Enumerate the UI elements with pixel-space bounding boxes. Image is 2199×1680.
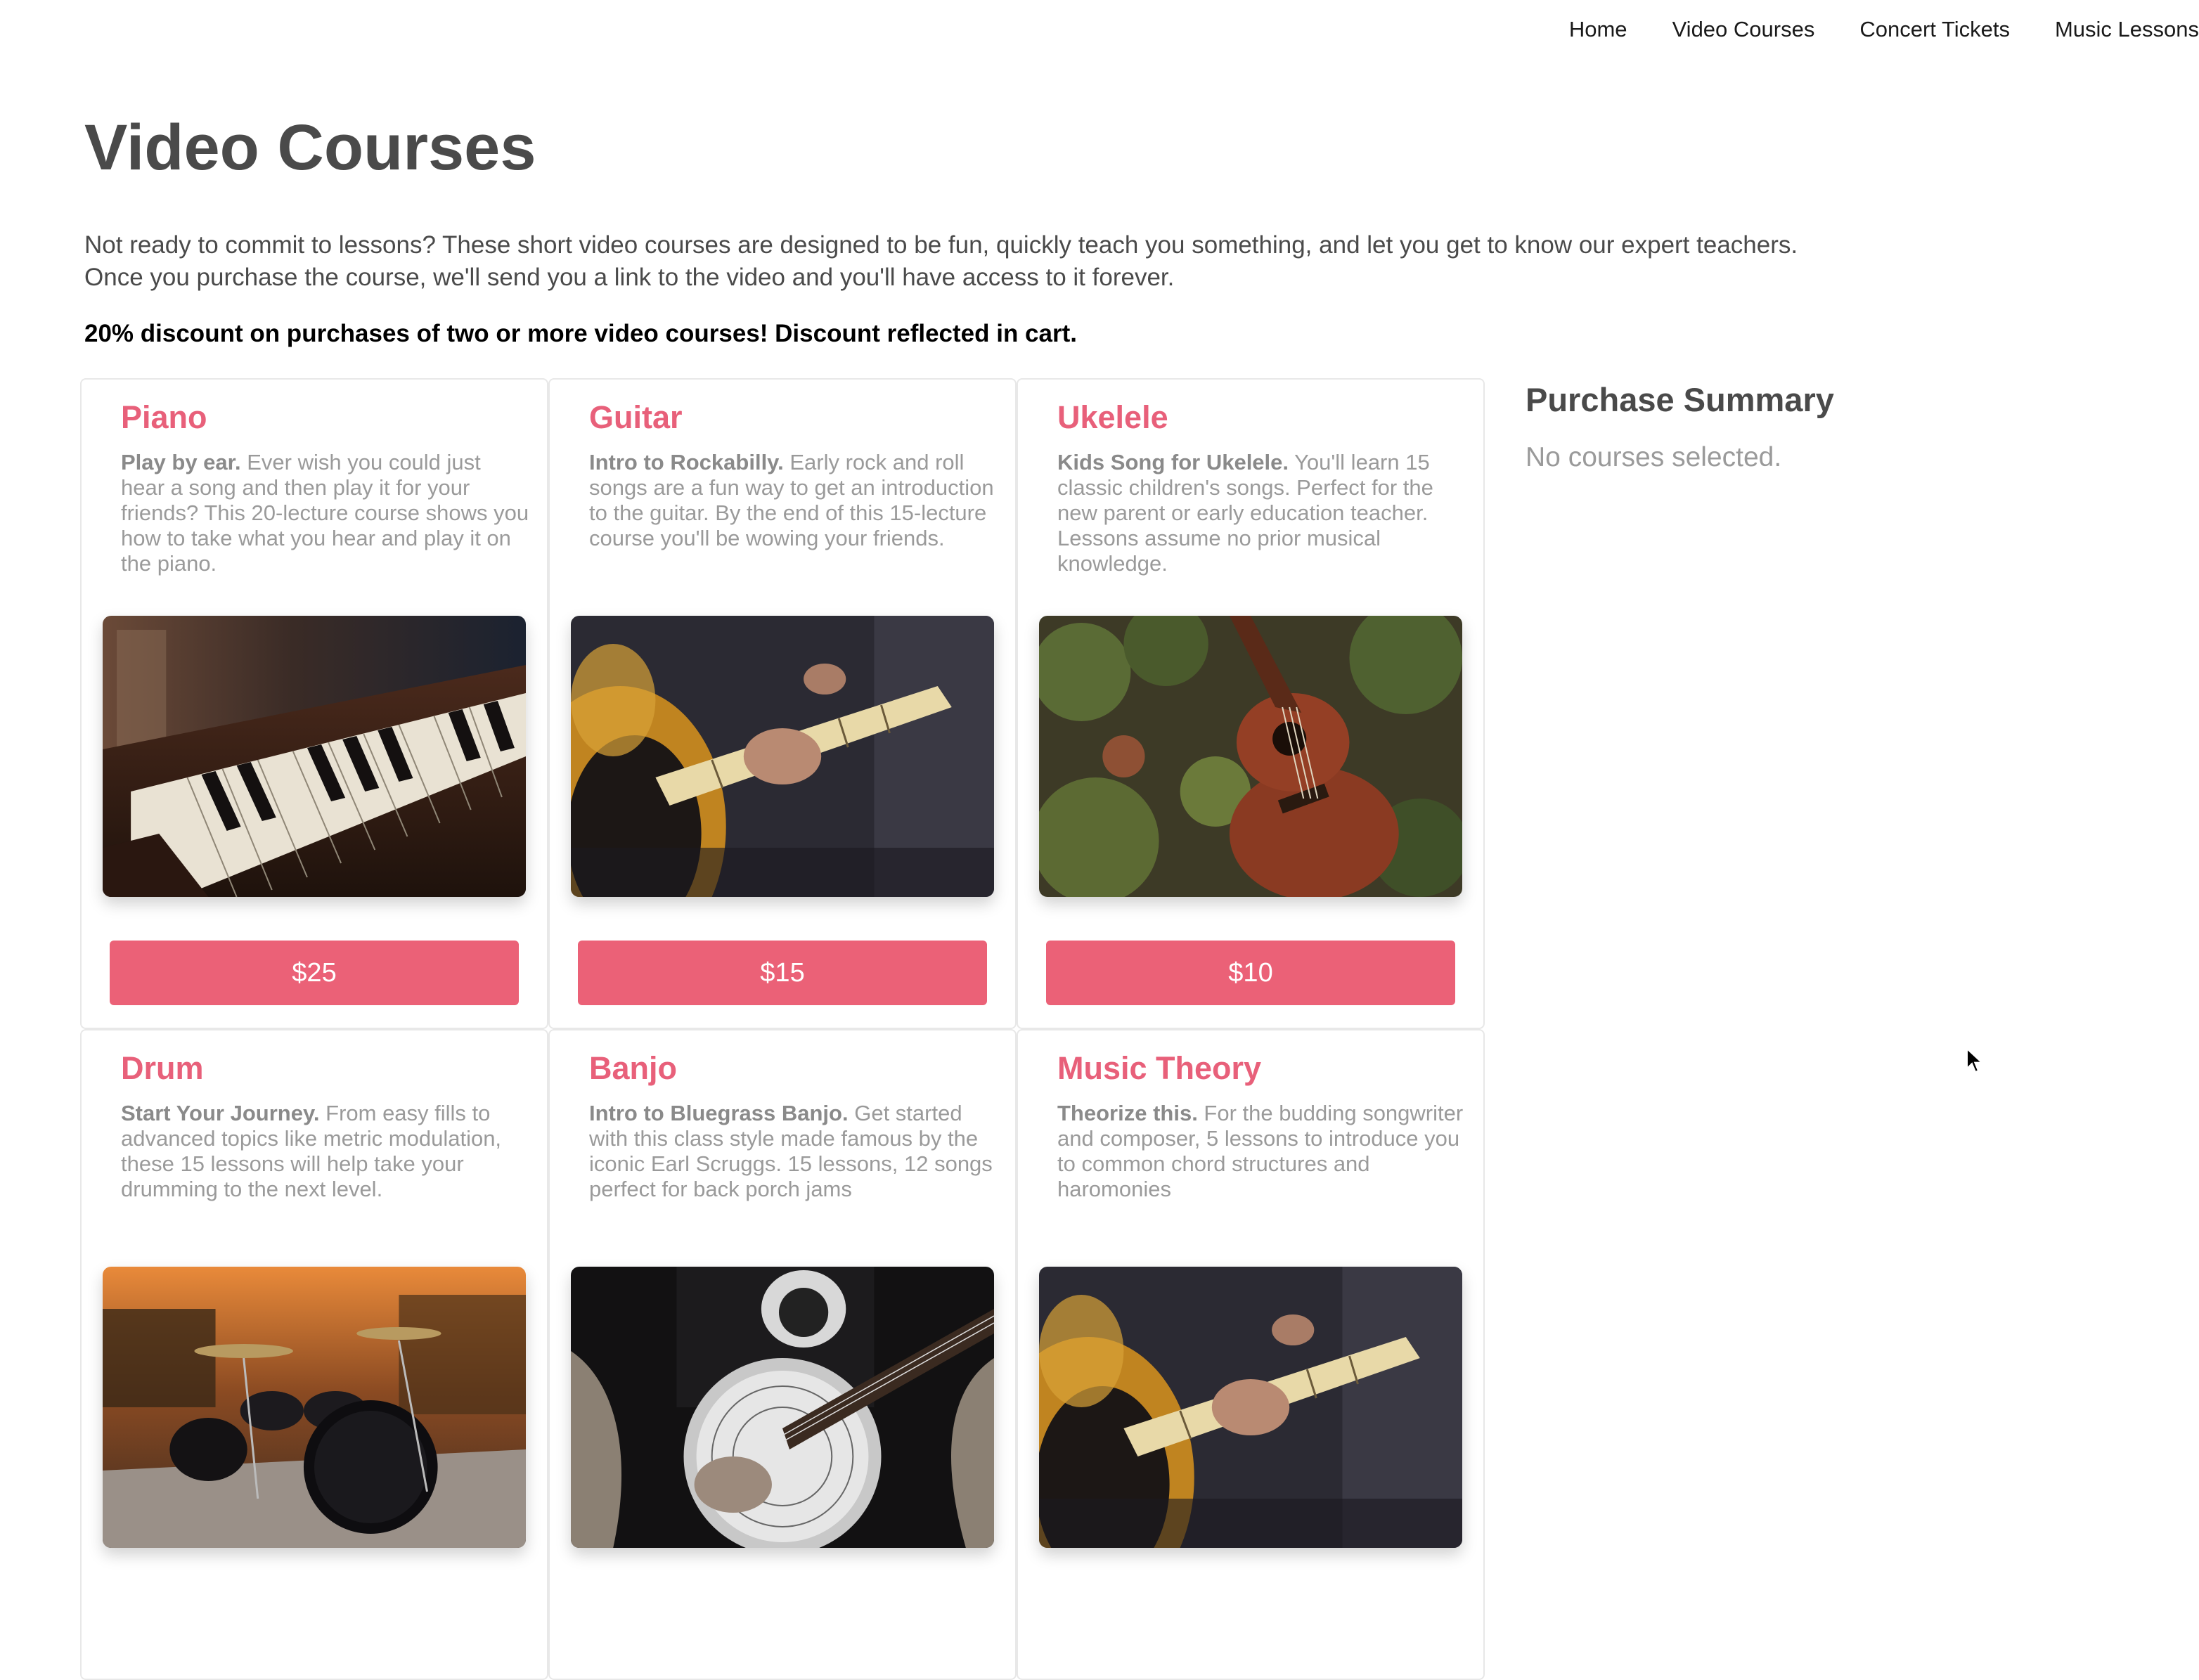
course-title: Ukelele — [1057, 399, 1168, 435]
course-lead: Theorize this. — [1057, 1101, 1198, 1125]
purchase-summary: Purchase Summary No courses selected. — [1526, 377, 2018, 475]
nav-home[interactable]: Home — [1569, 13, 1627, 46]
course-description: Start Your Journey. From easy fills to a… — [121, 1101, 530, 1202]
page-title: Video Courses — [84, 112, 536, 183]
course-description: Play by ear. Ever wish you could just he… — [121, 450, 530, 576]
course-card-guitar: Guitar Intro to Rockabilly. Early rock a… — [548, 378, 1017, 1029]
course-lead: Start Your Journey. — [121, 1101, 320, 1125]
piano-photo — [103, 616, 526, 897]
course-title: Banjo — [589, 1050, 678, 1086]
course-card-music-theory: Music Theory Theorize this. For the budd… — [1017, 1029, 1485, 1680]
guitar-photo — [1039, 1267, 1462, 1548]
course-description: Kids Song for Ukelele. You'll learn 15 c… — [1057, 450, 1466, 576]
intro-text: Not ready to commit to lessons? These sh… — [84, 231, 1798, 291]
course-lead: Play by ear. — [121, 450, 241, 474]
course-card-drum: Drum Start Your Journey. From easy fills… — [80, 1029, 548, 1680]
top-nav: Home Video Courses Concert Tickets Music… — [1569, 13, 2199, 46]
nav-music-lessons[interactable]: Music Lessons — [2055, 13, 2199, 46]
course-lead: Intro to Rockabilly. — [589, 450, 784, 474]
guitar-photo — [571, 616, 994, 897]
mouse-cursor-icon — [1966, 1047, 1984, 1073]
course-lead: Intro to Bluegrass Banjo. — [589, 1101, 849, 1125]
course-card-banjo: Banjo Intro to Bluegrass Banjo. Get star… — [548, 1029, 1017, 1680]
course-grid: Piano Play by ear. Ever wish you could j… — [80, 378, 1485, 1680]
course-title: Music Theory — [1057, 1050, 1262, 1086]
course-title: Drum — [121, 1050, 204, 1086]
price-button[interactable]: $15 — [578, 941, 987, 1005]
course-card-ukelele: Ukelele Kids Song for Ukelele. You'll le… — [1017, 378, 1485, 1029]
drum-kit-photo — [103, 1267, 526, 1548]
summary-title: Purchase Summary — [1526, 381, 1834, 418]
summary-empty-text: No courses selected. — [1526, 442, 1782, 472]
price-button[interactable]: $25 — [110, 941, 519, 1005]
course-description: Intro to Bluegrass Banjo. Get started wi… — [589, 1101, 998, 1202]
price-button[interactable]: $10 — [1046, 941, 1455, 1005]
discount-notice: 20% discount on purchases of two or more… — [84, 320, 1077, 347]
course-title: Piano — [121, 399, 207, 435]
nav-concert-tickets[interactable]: Concert Tickets — [1859, 13, 2010, 46]
course-description: Theorize this. For the budding songwrite… — [1057, 1101, 1466, 1202]
course-lead: Kids Song for Ukelele. — [1057, 450, 1289, 474]
course-title: Guitar — [589, 399, 683, 435]
banjo-photo — [571, 1267, 994, 1548]
course-card-piano: Piano Play by ear. Ever wish you could j… — [80, 378, 548, 1029]
nav-video-courses[interactable]: Video Courses — [1672, 13, 1815, 46]
course-description: Intro to Rockabilly. Early rock and roll… — [589, 450, 998, 551]
ukulele-photo — [1039, 616, 1462, 897]
